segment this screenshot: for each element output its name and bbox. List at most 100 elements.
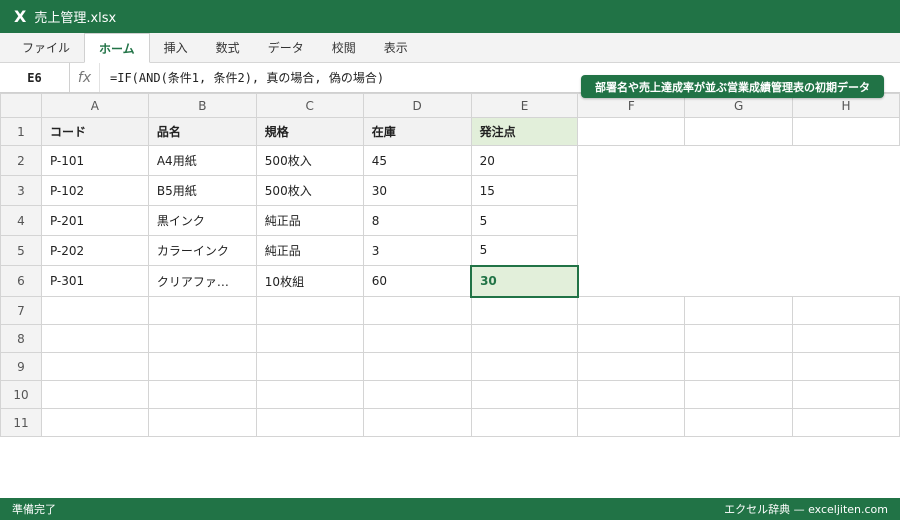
cell[interactable] (255, 324, 364, 353)
cell[interactable]: 15 (470, 175, 579, 206)
column-header[interactable]: A (40, 93, 149, 118)
cell[interactable] (684, 408, 794, 437)
cell[interactable] (40, 324, 149, 353)
tab-insert[interactable]: 挿入 (150, 33, 202, 62)
row-header[interactable]: 8 (0, 324, 42, 353)
cell[interactable] (470, 380, 579, 409)
cell[interactable] (792, 380, 900, 409)
cell[interactable] (578, 206, 685, 236)
cell[interactable] (577, 380, 686, 409)
row-header[interactable]: 4 (0, 205, 42, 236)
cell[interactable] (792, 408, 900, 437)
cell[interactable] (578, 236, 685, 266)
cell[interactable]: B5用紙 (147, 175, 257, 206)
cell[interactable] (470, 324, 579, 353)
cell[interactable] (793, 176, 900, 206)
name-box[interactable]: E6 (0, 63, 70, 92)
cell[interactable] (578, 176, 685, 206)
row-header[interactable]: 5 (0, 235, 42, 266)
cell[interactable] (470, 408, 579, 437)
row-header[interactable]: 10 (0, 380, 42, 409)
cell[interactable] (577, 408, 686, 437)
column-header[interactable]: B (147, 93, 257, 118)
tab-view[interactable]: 表示 (370, 33, 422, 62)
row-header[interactable]: 1 (0, 117, 42, 146)
cell[interactable] (40, 352, 149, 381)
cell[interactable] (792, 296, 900, 325)
row-header[interactable]: 11 (0, 408, 42, 437)
cell[interactable]: P-102 (40, 175, 149, 206)
cell[interactable]: 20 (470, 145, 579, 176)
cell[interactable]: 3 (362, 235, 472, 266)
cell[interactable] (793, 146, 900, 176)
formula-input[interactable]: =IF(AND(条件1, 条件2), 真の場合, 偽の場合) (100, 69, 384, 86)
cell[interactable] (793, 206, 900, 236)
cell[interactable] (792, 352, 900, 381)
cell[interactable]: 5 (470, 235, 579, 266)
row-header[interactable]: 2 (0, 145, 42, 176)
cell[interactable] (362, 408, 472, 437)
cell[interactable] (792, 117, 900, 146)
tab-review[interactable]: 校閲 (318, 33, 370, 62)
cell[interactable] (255, 352, 364, 381)
cell[interactable] (470, 296, 579, 325)
cell[interactable] (685, 266, 793, 297)
column-header[interactable]: E (470, 93, 579, 118)
cell[interactable]: 30 (362, 175, 472, 206)
header-cell[interactable]: 品名 (147, 117, 257, 146)
cell[interactable] (362, 352, 472, 381)
cell[interactable]: A4用紙 (147, 145, 257, 176)
cell[interactable] (255, 380, 364, 409)
cell[interactable]: クリアファ… (147, 265, 257, 297)
selected-cell[interactable]: 30 (470, 264, 579, 298)
cell[interactable]: 500枚入 (255, 145, 364, 176)
cell[interactable] (147, 380, 257, 409)
cell[interactable] (577, 117, 686, 146)
cell[interactable]: P-201 (40, 205, 149, 236)
cell[interactable]: 純正品 (255, 205, 364, 236)
cell[interactable] (147, 408, 257, 437)
cell[interactable]: 純正品 (255, 235, 364, 266)
cell[interactable] (147, 324, 257, 353)
cell[interactable] (40, 380, 149, 409)
cell[interactable] (147, 352, 257, 381)
row-header[interactable]: 6 (0, 265, 42, 297)
cell[interactable] (255, 408, 364, 437)
cell[interactable]: 8 (362, 205, 472, 236)
cell[interactable] (578, 146, 685, 176)
header-cell[interactable]: 在庫 (362, 117, 472, 146)
cell[interactable]: 黒インク (147, 205, 257, 236)
cell[interactable] (684, 352, 794, 381)
cell[interactable]: P-301 (40, 265, 149, 297)
tab-home[interactable]: ホーム (84, 33, 150, 63)
cell[interactable] (685, 146, 793, 176)
column-header[interactable]: C (255, 93, 364, 118)
header-cell[interactable]: 発注点 (470, 117, 579, 146)
cell[interactable] (362, 296, 472, 325)
row-header[interactable]: 3 (0, 175, 42, 206)
header-cell[interactable]: 規格 (255, 117, 364, 146)
row-header[interactable]: 9 (0, 352, 42, 381)
select-all-corner[interactable] (0, 93, 42, 118)
tab-file[interactable]: ファイル (8, 33, 84, 62)
cell[interactable] (684, 324, 794, 353)
cell[interactable] (577, 352, 686, 381)
cell[interactable]: 500枚入 (255, 175, 364, 206)
cell[interactable] (362, 380, 472, 409)
function-icon[interactable]: fx (70, 63, 100, 92)
cell[interactable] (40, 296, 149, 325)
cell[interactable]: 10枚組 (255, 265, 364, 297)
cell[interactable]: 5 (470, 205, 579, 236)
header-cell[interactable]: コード (40, 117, 149, 146)
cell[interactable] (684, 380, 794, 409)
cell[interactable] (685, 206, 793, 236)
cell[interactable] (685, 176, 793, 206)
tab-data[interactable]: データ (254, 33, 318, 62)
cell[interactable]: 60 (362, 265, 472, 297)
cell[interactable] (793, 266, 900, 297)
row-header[interactable]: 7 (0, 296, 42, 325)
cell[interactable] (684, 117, 794, 146)
cell[interactable]: P-101 (40, 145, 149, 176)
cell[interactable] (685, 236, 793, 266)
column-header[interactable]: D (362, 93, 472, 118)
